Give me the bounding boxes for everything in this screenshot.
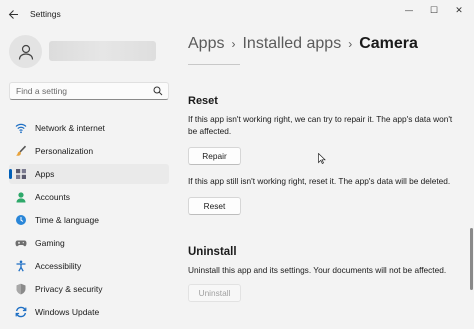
sidebar-item-personalization[interactable]: Personalization xyxy=(9,141,169,161)
uninstall-description: Uninstall this app and its settings. You… xyxy=(188,265,447,275)
uninstall-button[interactable]: Uninstall xyxy=(188,284,241,302)
person-icon xyxy=(18,44,33,60)
sidebar: Network & internet Personalization Apps xyxy=(0,28,178,329)
sidebar-item-label: Gaming xyxy=(35,238,65,248)
sidebar-item-label: Accessibility xyxy=(35,261,82,271)
sidebar-item-gaming[interactable]: Gaming xyxy=(9,233,169,253)
sidebar-item-windows-update[interactable]: Windows Update xyxy=(9,302,169,322)
repair-button[interactable]: Repair xyxy=(188,147,241,165)
close-button[interactable]: ✕ xyxy=(449,3,469,17)
sidebar-item-accessibility[interactable]: Accessibility xyxy=(9,256,169,276)
title-bar: Settings — ☐ ✕ xyxy=(0,0,474,28)
sidebar-item-label: Accounts xyxy=(35,192,70,202)
sidebar-item-label: Apps xyxy=(35,169,55,179)
reset-button[interactable]: Reset xyxy=(188,197,241,215)
paintbrush-icon xyxy=(16,145,27,156)
person-icon xyxy=(16,192,26,203)
update-icon xyxy=(15,306,27,318)
mouse-cursor-icon xyxy=(318,153,326,164)
sidebar-item-apps[interactable]: Apps xyxy=(9,164,169,184)
sidebar-item-label: Network & internet xyxy=(35,123,105,133)
minimize-button[interactable]: — xyxy=(399,3,419,17)
search-icon[interactable] xyxy=(153,86,163,96)
scrollbar[interactable] xyxy=(470,228,473,290)
breadcrumb-apps[interactable]: Apps xyxy=(188,35,224,53)
wifi-icon xyxy=(15,123,27,134)
chevron-right-icon: › xyxy=(348,37,353,51)
sidebar-item-label: Personalization xyxy=(35,146,94,156)
main-content: Apps › Installed apps › Camera Reset If … xyxy=(178,28,474,329)
accessibility-icon xyxy=(16,260,26,272)
sidebar-item-label: Windows Update xyxy=(35,307,100,317)
globe-clock-icon xyxy=(16,215,26,225)
page-title: Camera xyxy=(359,35,418,52)
sidebar-item-accounts[interactable]: Accounts xyxy=(9,187,169,207)
reset-section-title: Reset xyxy=(188,95,218,107)
breadcrumb-installed-apps[interactable]: Installed apps xyxy=(242,35,341,53)
sidebar-item-time-language[interactable]: Time & language xyxy=(9,210,169,230)
sidebar-item-label: Privacy & security xyxy=(35,284,103,294)
sidebar-item-privacy-security[interactable]: Privacy & security xyxy=(9,279,169,299)
avatar[interactable] xyxy=(9,35,42,68)
breadcrumb: Apps › Installed apps › Camera xyxy=(188,35,418,53)
minimize-icon: — xyxy=(405,5,413,15)
window-title: Settings xyxy=(30,9,61,19)
sidebar-item-network[interactable]: Network & internet xyxy=(9,118,169,138)
arrow-left-icon xyxy=(8,9,18,19)
search-box[interactable] xyxy=(9,82,169,100)
apps-icon xyxy=(16,169,26,179)
maximize-icon: ☐ xyxy=(429,4,439,15)
gamepad-icon xyxy=(15,240,27,247)
sidebar-item-label: Time & language xyxy=(35,215,99,225)
shield-icon xyxy=(16,283,26,295)
maximize-button[interactable]: ☐ xyxy=(424,3,444,17)
back-button[interactable] xyxy=(6,7,20,21)
user-name-redacted xyxy=(49,41,156,61)
selection-indicator xyxy=(9,169,12,179)
uninstall-section-title: Uninstall xyxy=(188,246,237,258)
close-icon: ✕ xyxy=(455,4,463,15)
chevron-right-icon: › xyxy=(231,37,236,51)
search-input[interactable] xyxy=(10,86,150,96)
divider xyxy=(188,64,240,65)
repair-description: If this app isn't working right, we can … xyxy=(188,114,453,136)
reset-description: If this app still isn't working right, r… xyxy=(188,176,451,186)
